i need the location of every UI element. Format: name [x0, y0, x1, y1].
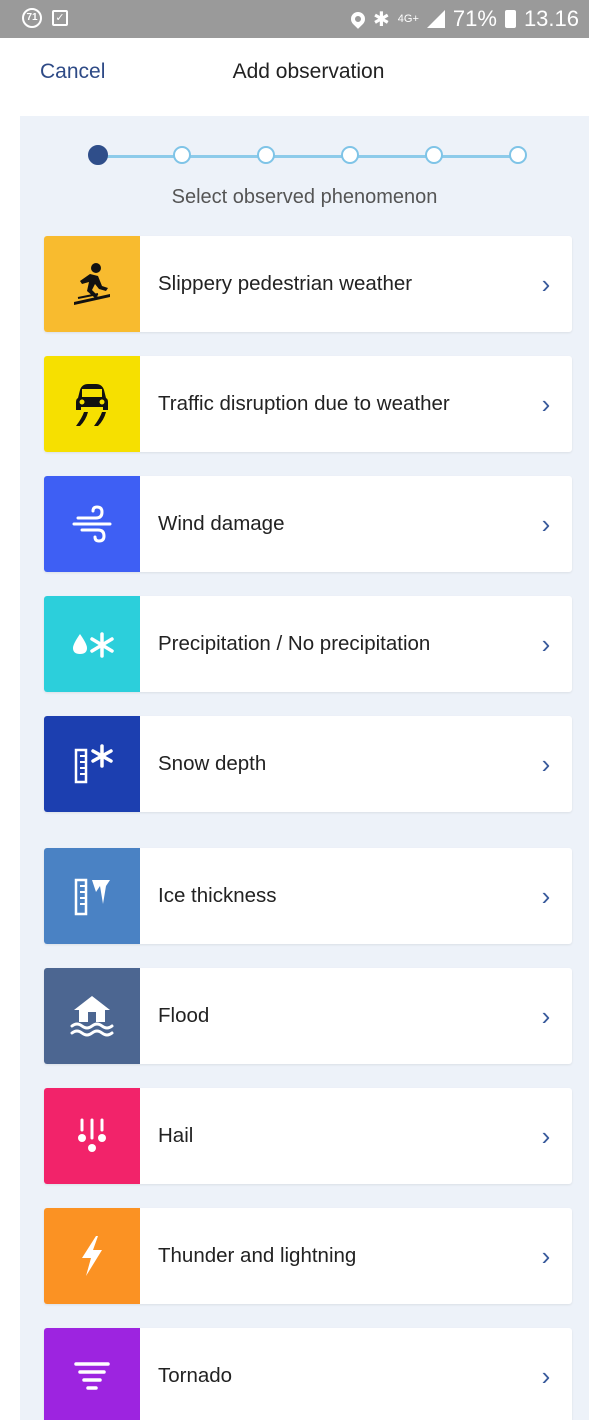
item-icon-box	[44, 236, 140, 332]
item-label: Tornado	[158, 1364, 233, 1387]
page-title: Add observation	[232, 60, 385, 83]
phenomenon-item-hail[interactable]: Hail ›	[44, 1088, 572, 1184]
ruler-icicle-icon	[74, 878, 110, 916]
item-icon-box	[44, 716, 140, 812]
phenomenon-item-thunder[interactable]: Thunder and lightning ›	[44, 1208, 572, 1304]
item-label: Flood	[158, 1004, 210, 1027]
app-header: Cancel Add observation	[0, 38, 589, 116]
step-4	[341, 146, 359, 164]
item-label: Snow depth	[158, 752, 267, 775]
phenomenon-item-precipitation[interactable]: Precipitation / No precipitation ›	[44, 596, 572, 692]
car-skid-icon	[76, 384, 108, 426]
flooded-house-icon	[70, 996, 114, 1037]
step-label: Select observed phenomenon	[171, 186, 438, 208]
chevron-right-icon: ›	[541, 1120, 551, 1151]
chevron-right-icon: ›	[541, 508, 551, 539]
step-1	[88, 145, 108, 165]
slipping-person-icon	[74, 263, 110, 305]
phenomenon-item-ice-thickness[interactable]: Ice thickness ›	[44, 848, 572, 944]
content-area: Select observed phenomenon Slippery pede…	[20, 116, 589, 1420]
item-icon-box	[44, 1328, 140, 1420]
checkbox-notification-icon: ✓	[52, 10, 68, 26]
item-icon-box	[44, 356, 140, 452]
item-label: Hail	[158, 1124, 194, 1147]
step-5	[425, 146, 443, 164]
chevron-right-icon: ›	[541, 268, 551, 299]
item-label: Ice thickness	[158, 884, 277, 907]
progress-stepper	[88, 145, 527, 166]
item-label: Wind damage	[158, 512, 285, 535]
chevron-right-icon: ›	[541, 628, 551, 659]
item-icon-box	[44, 1088, 140, 1184]
item-label: Slippery pedestrian weather	[158, 272, 413, 295]
bluetooth-icon: ✱	[373, 8, 390, 31]
phenomenon-item-traffic[interactable]: Traffic disruption due to weather ›	[44, 356, 572, 452]
chevron-right-icon: ›	[541, 1240, 551, 1271]
lightning-icon	[82, 1236, 102, 1276]
chevron-right-icon: ›	[541, 748, 551, 779]
battery-icon	[504, 10, 516, 28]
chevron-right-icon: ›	[541, 880, 551, 911]
hail-icon	[78, 1118, 106, 1152]
stepper-line	[98, 155, 518, 158]
status-bar: 71 ✓ ✱ 4G+ 71% 13.16	[0, 0, 589, 38]
battery-percent: 71%	[452, 6, 497, 31]
notification-badge-icon: 71	[22, 8, 42, 28]
item-label: Precipitation / No precipitation	[158, 632, 431, 655]
signal-icon	[426, 10, 445, 28]
phenomenon-item-wind[interactable]: Wind damage ›	[44, 476, 572, 572]
chevron-right-icon: ›	[541, 388, 551, 419]
clock: 13.16	[523, 6, 579, 31]
item-icon-box	[44, 968, 140, 1064]
chevron-right-icon: ›	[541, 1000, 551, 1031]
step-2	[173, 146, 191, 164]
step-6	[509, 146, 527, 164]
item-label: Thunder and lightning	[158, 1244, 357, 1267]
drop-snowflake-icon	[73, 632, 114, 658]
step-3	[257, 146, 275, 164]
wind-icon	[72, 505, 112, 543]
phenomenon-item-slippery[interactable]: Slippery pedestrian weather ›	[44, 236, 572, 332]
phenomenon-item-snow-depth[interactable]: Snow depth ›	[44, 716, 572, 812]
ruler-snowflake-icon	[74, 744, 113, 784]
item-icon-box	[44, 1208, 140, 1304]
phenomenon-item-flood[interactable]: Flood ›	[44, 968, 572, 1064]
tornado-icon	[74, 1362, 110, 1390]
location-icon	[348, 9, 368, 29]
network-type: 4G+	[397, 13, 419, 25]
chevron-right-icon: ›	[541, 1360, 551, 1391]
item-label: Traffic disruption due to weather	[158, 392, 450, 415]
item-icon-box	[44, 596, 140, 692]
phenomenon-item-tornado[interactable]: Tornado ›	[44, 1328, 572, 1420]
item-icon-box	[44, 476, 140, 572]
item-icon-box	[44, 848, 140, 944]
